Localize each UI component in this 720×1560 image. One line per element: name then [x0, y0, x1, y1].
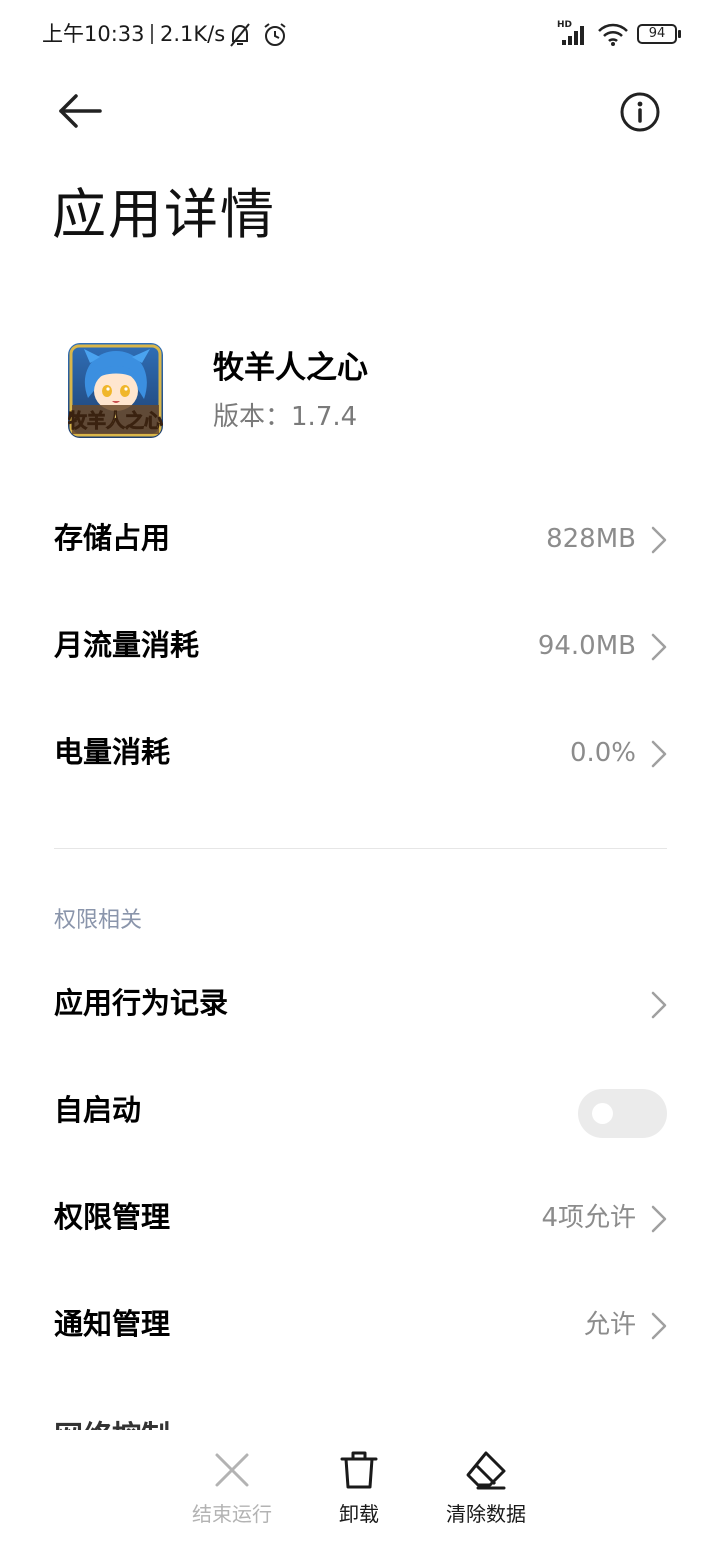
page-title: 应用详情	[52, 183, 276, 246]
toggle-knob	[592, 1103, 613, 1124]
autostart-toggle[interactable]	[578, 1089, 667, 1138]
chevron-right-icon	[651, 633, 667, 661]
row-label: 权限管理	[54, 1200, 171, 1234]
battery-usage-row[interactable]: 电量消耗 0.0%	[0, 706, 720, 806]
wifi-icon	[598, 23, 628, 46]
battery-icon: 94	[637, 24, 677, 44]
app-icon: 牧羊人之心	[68, 343, 163, 438]
action-label: 结束运行	[192, 1502, 272, 1526]
info-icon	[620, 92, 660, 132]
row-label: 月流量消耗	[54, 628, 200, 662]
row-value: 4项允许	[541, 1203, 636, 1233]
chevron-right-icon	[651, 526, 667, 554]
eraser-icon	[466, 1451, 506, 1490]
row-label: 存储占用	[54, 521, 171, 555]
status-time: 上午10:33	[42, 22, 145, 46]
app-info-button[interactable]	[612, 84, 668, 140]
app-version: 版本：1.7.4	[213, 398, 357, 436]
app-icon-logo-text: 牧羊人之心	[68, 409, 163, 432]
stop-running-button[interactable]: 结束运行	[162, 1432, 302, 1552]
bottom-action-bar: 结束运行 卸载 清除数据	[0, 1432, 720, 1560]
status-bar: 上午10:33 2.1K/s HD 94	[0, 0, 720, 70]
chevron-right-icon	[651, 1205, 667, 1233]
action-label: 卸载	[339, 1502, 379, 1526]
signal-icon	[562, 26, 584, 45]
close-icon	[215, 1453, 249, 1487]
chevron-right-icon	[651, 1312, 667, 1340]
battery-tip	[678, 30, 681, 38]
storage-usage-row[interactable]: 存储占用 828MB	[0, 492, 720, 592]
chevron-right-icon	[651, 991, 667, 1019]
row-value: 0.0%	[569, 738, 636, 768]
autostart-row: 自启动	[0, 1064, 720, 1164]
row-label: 网络控制	[54, 1416, 170, 1430]
row-label: 自启动	[54, 1093, 142, 1127]
section-header-permissions: 权限相关	[54, 908, 143, 933]
app-name: 牧羊人之心	[213, 350, 368, 386]
chevron-right-icon	[651, 740, 667, 768]
network-control-row-partial[interactable]: 网络控制	[54, 1408, 354, 1430]
row-label: 电量消耗	[54, 735, 171, 769]
notification-manage-row[interactable]: 通知管理 允许	[0, 1278, 720, 1378]
version-label: 版本：	[213, 402, 292, 432]
row-value: 94.0MB	[537, 631, 636, 661]
network-speed: 2.1K/s	[160, 22, 226, 46]
permission-manage-row[interactable]: 权限管理 4项允许	[0, 1171, 720, 1271]
alarm-icon	[264, 23, 286, 46]
uninstall-button[interactable]: 卸载	[289, 1432, 429, 1552]
back-button[interactable]	[50, 86, 110, 136]
action-label: 清除数据	[446, 1502, 526, 1526]
row-label: 通知管理	[54, 1307, 171, 1341]
clear-data-button[interactable]: 清除数据	[416, 1432, 556, 1552]
row-label: 应用行为记录	[54, 986, 229, 1020]
app-behavior-record-row[interactable]: 应用行为记录	[0, 957, 720, 1057]
version-value: 1.7.4	[291, 402, 358, 432]
row-value: 828MB	[546, 524, 636, 554]
back-arrow-icon	[59, 94, 102, 128]
row-value: 允许	[583, 1310, 636, 1340]
battery-level: 94	[648, 26, 666, 41]
divider	[54, 848, 667, 849]
data-usage-row[interactable]: 月流量消耗 94.0MB	[0, 599, 720, 699]
status-separator	[151, 24, 153, 44]
trash-icon	[340, 1451, 378, 1489]
mute-notification-icon	[230, 23, 250, 47]
